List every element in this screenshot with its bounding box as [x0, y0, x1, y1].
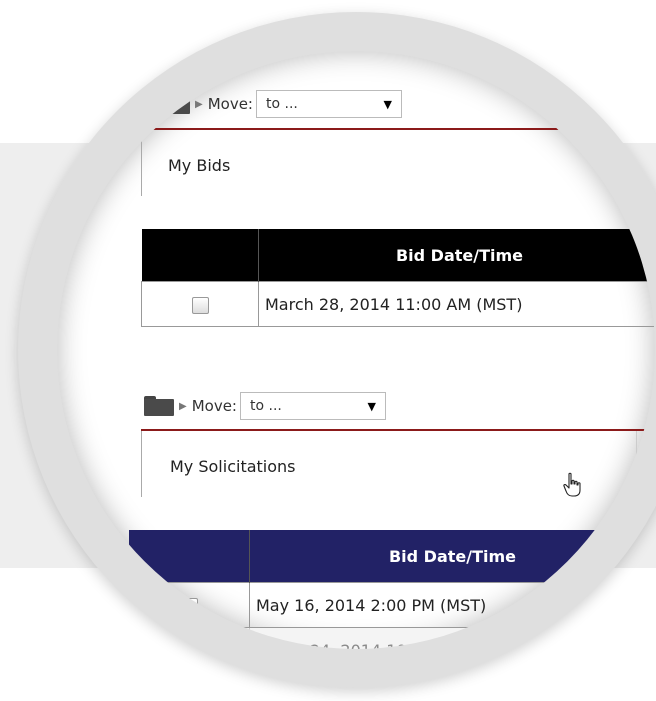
magnified-content: ▶ Move: to ... ▼ My Bids Bid Date/Time M… — [57, 51, 655, 649]
select-column-header — [128, 530, 250, 583]
bid-date-time-cell: March 28, 2014 11:00 AM (MST) — [258, 281, 655, 327]
caret-right-icon: ▶ — [195, 98, 203, 110]
tab-label: My Bids — [168, 156, 231, 175]
move-label: Move: — [191, 397, 237, 415]
tab-my-bids[interactable]: My Bids — [141, 130, 637, 196]
bid-date-time-cell: May 16, 2014 2:00 PM (MST) — [249, 582, 655, 628]
move-bar-bids: ▶ Move: to ... ▼ — [160, 89, 402, 119]
row-select-cell — [128, 627, 250, 649]
select-column-header — [141, 229, 259, 282]
move-select-value: to ... — [265, 96, 298, 112]
chevron-down-icon: ▼ — [383, 97, 392, 111]
row-select-cell — [128, 582, 250, 628]
bid-date-time-header[interactable]: Bid Date/Time — [249, 530, 655, 583]
table-header-row: Bid Date/Time — [141, 229, 655, 282]
row-checkbox[interactable] — [191, 296, 209, 314]
move-label: Move: — [207, 95, 253, 113]
move-bar-solicitations: ▶ Move: to ... ▼ — [144, 391, 386, 421]
row-checkbox[interactable] — [180, 642, 198, 649]
bid-date-time-header[interactable]: Bid Date/Time — [258, 229, 655, 282]
row-checkbox[interactable] — [180, 597, 198, 615]
folder-icon[interactable] — [144, 396, 174, 416]
bids-table: Bid Date/Time March 28, 2014 11:00 AM (M… — [141, 229, 655, 327]
move-select-value: to ... — [249, 398, 282, 414]
move-to-select[interactable]: to ... ▼ — [255, 90, 402, 118]
screenshot-stage: ▶ Move: to ... ▼ My Bids Bid Date/Time M… — [0, 0, 656, 701]
panel-my-bids: My Bids — [141, 128, 655, 196]
table-header-row: Bid Date/Time — [128, 530, 655, 583]
folder-icon[interactable] — [160, 94, 190, 114]
row-select-cell — [141, 281, 259, 327]
move-to-select[interactable]: to ... ▼ — [239, 392, 386, 420]
table-row[interactable]: March 28, 2014 11:00 AM (MST) — [141, 281, 655, 327]
solicitations-table: Bid Date/Time May 16, 2014 2:00 PM (MST) — [128, 530, 655, 649]
magnifier-lens: ▶ Move: to ... ▼ My Bids Bid Date/Time M… — [57, 51, 655, 649]
bid-date-time-cell: March 24, 2014 10:00 AM (MST) — [249, 627, 655, 649]
table-row[interactable]: March 24, 2014 10:00 AM (MST) — [128, 627, 655, 649]
chevron-down-icon: ▼ — [367, 399, 376, 413]
tab-label: My Solicitations — [170, 457, 296, 476]
hand-pointer-icon — [563, 472, 581, 497]
table-row[interactable]: May 16, 2014 2:00 PM (MST) — [128, 582, 655, 628]
caret-right-icon: ▶ — [179, 400, 187, 412]
